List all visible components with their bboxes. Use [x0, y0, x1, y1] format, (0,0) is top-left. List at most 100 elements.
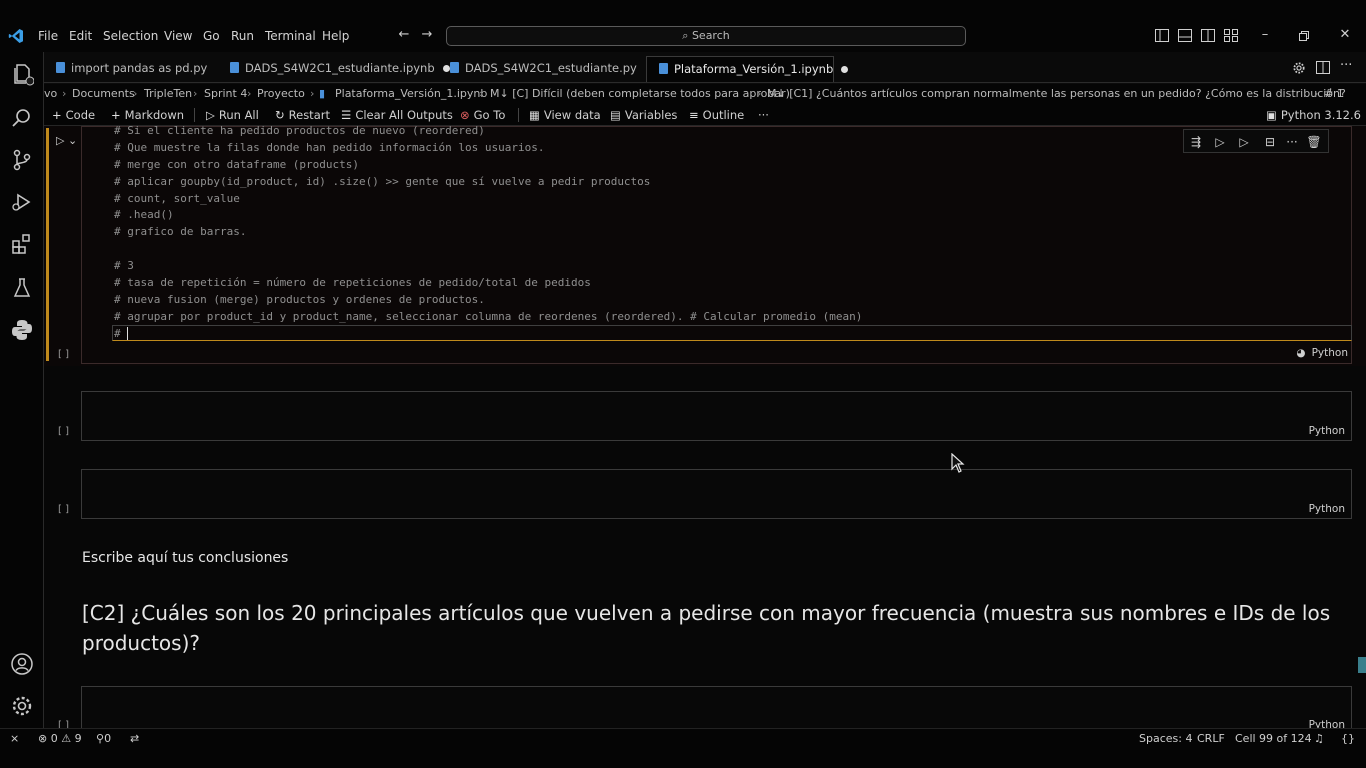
outline-button[interactable]: ≡ Outline	[689, 108, 744, 122]
python-file-icon	[450, 62, 459, 73]
notifications-bell-icon[interactable]: ♫	[1314, 732, 1324, 745]
source-control-icon[interactable]	[10, 148, 34, 172]
breadcrumb-item[interactable]: Plataforma_Versión_1.ipynb	[335, 87, 487, 100]
more-actions-icon[interactable]: ···	[1340, 58, 1352, 73]
clear-outputs-button[interactable]: ☰ Clear All Outputs	[341, 108, 453, 122]
cell-language[interactable]: ◕ Python	[1296, 347, 1348, 359]
execution-count: [ ]	[58, 720, 69, 728]
breadcrumb-item[interactable]: TripleTen	[144, 87, 192, 100]
toolbar-more-button[interactable]: ···	[758, 108, 769, 122]
indentation-indicator[interactable]: Spaces: 4	[1139, 732, 1192, 745]
menu-go[interactable]: Go	[203, 29, 220, 43]
breadcrumb-item[interactable]: M↓ [C1] ¿Cuántos artículos compran norma…	[767, 87, 1346, 100]
back-arrow-icon[interactable]: ←	[397, 28, 411, 42]
notebook-settings-gear-icon[interactable]	[1292, 61, 1306, 75]
toggle-primary-sidebar-icon[interactable]	[1155, 29, 1169, 42]
mouse-pointer-icon	[951, 453, 965, 473]
menu-run[interactable]: Run	[231, 29, 254, 43]
toggle-secondary-sidebar-icon[interactable]	[1201, 29, 1215, 42]
variables-button[interactable]: ▤ Variables	[610, 108, 677, 122]
minimize-icon[interactable]: –	[1258, 28, 1272, 42]
breadcrumb-item[interactable]: Documents	[72, 87, 135, 100]
menu-help[interactable]: Help	[322, 29, 349, 43]
add-markdown-button[interactable]: + Markdown	[111, 108, 184, 122]
split-cell-icon[interactable]: ⊟	[1262, 134, 1278, 150]
forward-arrow-icon[interactable]: →	[420, 28, 434, 42]
more-cell-actions-icon[interactable]: ···	[1284, 134, 1300, 150]
accounts-icon[interactable]	[10, 652, 34, 676]
extensions-icon[interactable]	[10, 232, 34, 256]
notebook-file-icon	[659, 63, 668, 74]
command-center-search[interactable]: ⌕ Search	[446, 26, 966, 46]
cell-language[interactable]: Python	[1309, 719, 1345, 728]
code-line: # count, sort_value	[114, 192, 240, 205]
menu-view[interactable]: View	[164, 29, 192, 43]
markdown-heading-c2-continued[interactable]: productos)?	[82, 631, 200, 655]
menu-edit[interactable]: Edit	[69, 29, 92, 43]
tab-import-pandas[interactable]: import pandas as pd.py	[44, 56, 216, 82]
manage-gear-icon[interactable]	[10, 694, 34, 718]
menu-file[interactable]: File	[38, 29, 58, 43]
remote-indicator-icon[interactable]: ⨯	[10, 732, 19, 745]
run-below-icon[interactable]: ▷	[1236, 134, 1252, 150]
vscode-logo-icon	[8, 29, 23, 43]
scrollbar-thumb[interactable]	[1358, 657, 1366, 673]
toolbar-divider	[194, 108, 195, 122]
explorer-icon[interactable]	[10, 62, 34, 86]
breadcrumb-item[interactable]: Proyecto	[257, 87, 305, 100]
plus-icon: +	[111, 108, 121, 122]
breadcrumb-item[interactable]: Sprint 4	[204, 87, 247, 100]
code-line: # Que muestre la filas donde han pedido …	[114, 141, 545, 154]
warning-icon: ⚠	[61, 732, 72, 745]
code-cell[interactable]: Python	[81, 391, 1352, 441]
customize-layout-icon[interactable]	[1224, 29, 1238, 42]
tab-dads-py[interactable]: DADS_S4W2C1_estudiante.py	[438, 56, 642, 82]
search-label: Search	[691, 29, 730, 42]
python-icon[interactable]	[10, 318, 34, 342]
tab-plataforma-notebook[interactable]: Plataforma_Versión_1.ipynb	[646, 56, 849, 82]
close-window-icon[interactable]: ✕	[1338, 28, 1352, 42]
toolbar-divider	[518, 108, 519, 122]
ports-indicator[interactable]: ⚲0	[96, 732, 111, 745]
run-cell-icon[interactable]: ▷ ⌄	[56, 134, 77, 147]
delete-cell-icon[interactable]: 🗑	[1306, 134, 1322, 150]
cell-focus-indicator	[46, 128, 49, 361]
add-code-button[interactable]: + Code	[52, 108, 95, 122]
run-above-icon[interactable]: ⇶	[1188, 134, 1204, 150]
tab-dads-notebook[interactable]: DADS_S4W2C1_estudiante.ipynb	[218, 56, 450, 82]
code-line: # tasa de repetición = número de repetic…	[114, 276, 591, 289]
cell-position-indicator[interactable]: Cell 99 of 124	[1235, 732, 1312, 745]
toggle-panel-icon[interactable]	[1178, 29, 1192, 42]
run-all-button[interactable]: ▷ Run All	[206, 108, 259, 122]
split-editor-icon[interactable]	[1316, 61, 1330, 74]
run-debug-icon[interactable]	[10, 190, 34, 214]
live-share-icon[interactable]: ⇄	[130, 732, 139, 745]
kernel-picker[interactable]: ▣ Python 3.12.6	[1266, 108, 1361, 122]
execution-count: [ ]	[58, 349, 69, 360]
code-cell[interactable]: Python	[81, 469, 1352, 519]
testing-flask-icon[interactable]	[10, 276, 34, 300]
markdown-heading-c2[interactable]: [C2] ¿Cuáles son los 20 principales artí…	[82, 601, 1330, 625]
go-to-button[interactable]: ⊗ Go To	[460, 108, 505, 122]
search-view-icon[interactable]	[10, 106, 34, 130]
restore-icon[interactable]	[1299, 31, 1309, 41]
cell-language[interactable]: Python	[1309, 425, 1345, 437]
code-line: # nueva fusion (merge) productos y orden…	[114, 293, 485, 306]
run-cell-and-below-icon[interactable]: ▷	[1212, 134, 1228, 150]
breadcrumb-item[interactable]: vo	[44, 87, 57, 100]
restart-button[interactable]: ↻ Restart	[275, 108, 330, 122]
search-icon: ⌕	[682, 29, 689, 42]
code-cell[interactable]: Python	[81, 686, 1352, 728]
menu-selection[interactable]: Selection	[103, 29, 158, 43]
markdown-conclusions[interactable]: Escribe aquí tus conclusiones	[82, 550, 288, 566]
braces-icon[interactable]: {}	[1341, 732, 1355, 745]
breadcrumb-item[interactable]: # 1	[1324, 87, 1344, 100]
breadcrumb: vo › Documents › TripleTen › Sprint 4 › …	[44, 84, 1366, 104]
code-cell-active[interactable]: ▷ ⌄ [ ] # Si el cliente ha pedido produc…	[44, 126, 1366, 366]
eol-indicator[interactable]: CRLF	[1197, 732, 1225, 745]
breadcrumb-item[interactable]: M↓ [C] Difícil (deben completarse todos …	[490, 87, 790, 100]
cell-language[interactable]: Python	[1309, 503, 1345, 515]
view-data-button[interactable]: ▦ View data	[529, 108, 601, 122]
menu-terminal[interactable]: Terminal	[265, 29, 316, 43]
problems-indicator[interactable]: ⊗ 0 ⚠ 9	[38, 732, 82, 745]
